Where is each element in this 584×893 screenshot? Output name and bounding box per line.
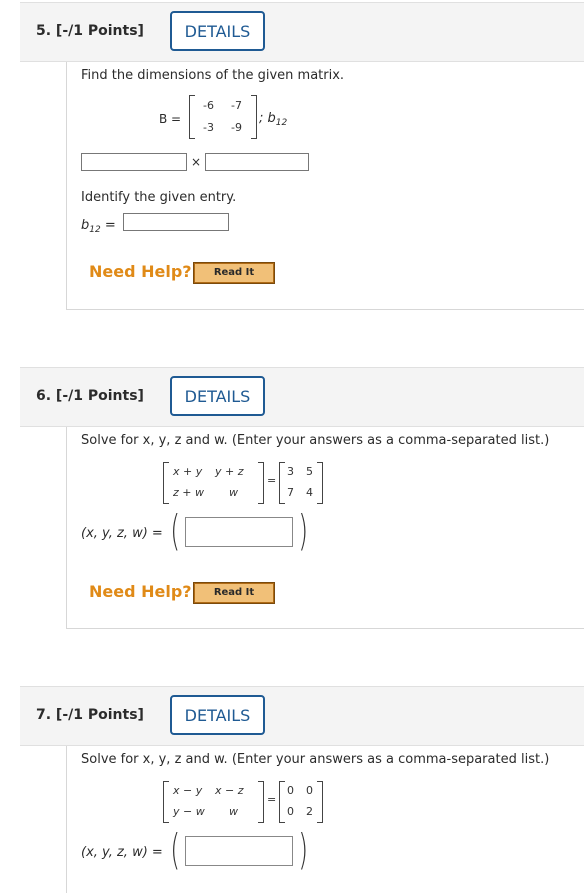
need-help-label: Need Help? — [89, 582, 192, 601]
matrix-cell: -9 — [231, 121, 242, 134]
rhs-cell: 5 — [306, 465, 313, 478]
lhs-cell: w — [229, 486, 238, 499]
question-5-body: Find the dimensions of the given matrix.… — [66, 62, 584, 310]
matrix-cell: -3 — [203, 121, 214, 134]
entry-input[interactable] — [123, 213, 229, 231]
lhs-cell: y − w — [173, 805, 205, 818]
read-it-button[interactable]: Read It — [193, 582, 275, 604]
question-number: 5. [-/1 Points] — [36, 23, 144, 39]
lhs-cell: x + y — [173, 465, 203, 478]
answer-label: (x, y, z, w) = — [81, 845, 163, 860]
right-paren: ) — [298, 825, 309, 874]
question-number: 6. [-/1 Points] — [36, 388, 144, 404]
lhs-left-bracket — [163, 781, 169, 823]
answer-input[interactable] — [185, 836, 293, 866]
question-6-body: Solve for x, y, z and w. (Enter your ans… — [66, 427, 584, 629]
rhs-cell: 3 — [287, 465, 294, 478]
matrix-cell: -6 — [203, 99, 214, 112]
matrix-right-bracket — [251, 95, 257, 139]
question-6-header: 6. [-/1 Points] DETAILS — [20, 367, 584, 427]
question-7-body: Solve for x, y, z and w. (Enter your ans… — [66, 746, 584, 893]
rhs-cell: 2 — [306, 805, 313, 818]
lhs-cell: x − y — [173, 784, 203, 797]
rows-input[interactable] — [81, 153, 187, 171]
lhs-right-bracket — [258, 462, 264, 504]
read-it-button[interactable]: Read It — [193, 262, 275, 284]
question-prompt: Solve for x, y, z and w. (Enter your ans… — [81, 433, 550, 448]
rhs-cell: 0 — [287, 805, 294, 818]
question-number: 7. [-/1 Points] — [36, 707, 144, 723]
rhs-cell: 0 — [306, 784, 313, 797]
need-help-label: Need Help? — [89, 262, 192, 281]
question-7-header: 7. [-/1 Points] DETAILS — [20, 686, 584, 746]
question-prompt: Solve for x, y, z and w. (Enter your ans… — [81, 752, 550, 767]
rhs-cell: 7 — [287, 486, 294, 499]
equals-sign: = — [267, 793, 277, 806]
details-button[interactable]: DETAILS — [170, 695, 265, 735]
equals-sign: = — [267, 474, 277, 487]
details-button[interactable]: DETAILS — [170, 11, 265, 51]
lhs-cell: y + z — [215, 465, 244, 478]
matrix-left-bracket — [189, 95, 195, 139]
matrix-name: B = — [159, 112, 182, 126]
left-paren: ( — [170, 506, 181, 555]
entry-reference: ; b12 — [259, 111, 288, 128]
answer-label: (x, y, z, w) = — [81, 526, 163, 541]
lhs-right-bracket — [258, 781, 264, 823]
rhs-right-bracket — [317, 462, 323, 504]
rhs-right-bracket — [317, 781, 323, 823]
left-paren: ( — [170, 825, 181, 874]
lhs-left-bracket — [163, 462, 169, 504]
lhs-cell: z + w — [173, 486, 204, 499]
answer-input[interactable] — [185, 517, 293, 547]
times-sign: × — [191, 155, 202, 169]
lhs-cell: x − z — [215, 784, 244, 797]
rhs-cell: 4 — [306, 486, 313, 499]
columns-input[interactable] — [205, 153, 309, 171]
details-button[interactable]: DETAILS — [170, 376, 265, 416]
entry-label: b12 = — [81, 218, 116, 235]
question-5-header: 5. [-/1 Points] DETAILS — [20, 2, 584, 62]
rhs-left-bracket — [279, 462, 285, 504]
question-prompt: Find the dimensions of the given matrix. — [81, 68, 345, 83]
rhs-cell: 0 — [287, 784, 294, 797]
identify-prompt: Identify the given entry. — [81, 190, 237, 205]
lhs-cell: w — [229, 805, 238, 818]
rhs-left-bracket — [279, 781, 285, 823]
right-paren: ) — [298, 506, 309, 555]
matrix-cell: -7 — [231, 99, 242, 112]
